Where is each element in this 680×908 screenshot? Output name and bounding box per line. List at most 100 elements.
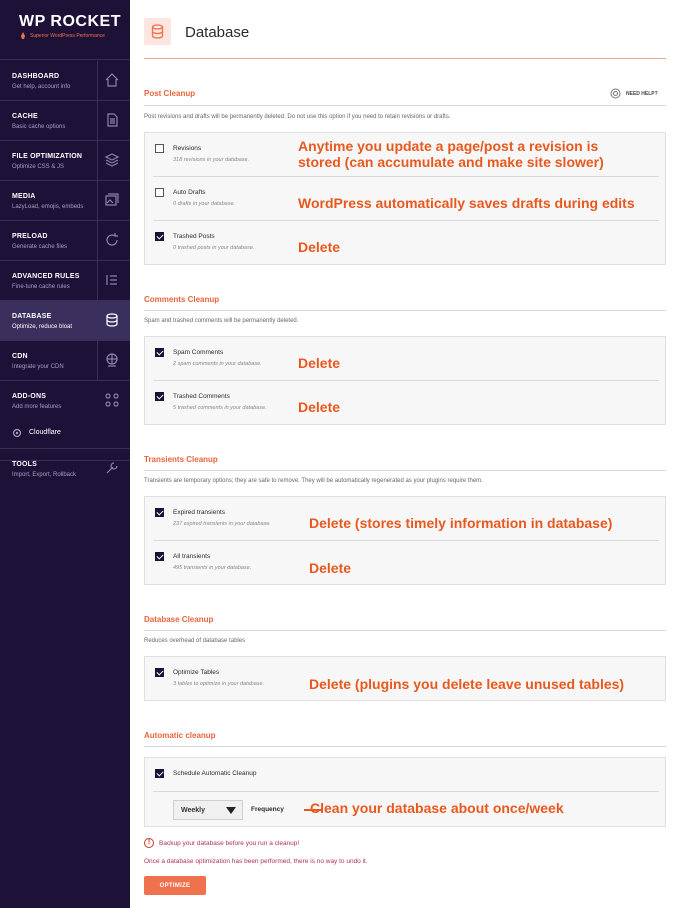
- option-count: 2 spam comments in your database.: [173, 361, 262, 367]
- automatic-cleanup-options: Schedule Automatic Cleanup Weekly Freque…: [144, 757, 666, 827]
- sidebar-item-database[interactable]: DATABASE Optimize, reduce bloat: [0, 301, 130, 341]
- option-count: 318 revisions in your database.: [173, 157, 250, 163]
- section-description: Spam and trashed comments will be perman…: [144, 318, 299, 324]
- sidebar-divider: [97, 61, 98, 101]
- option-label: Trashed Comments: [173, 393, 230, 400]
- sidebar-item-dashboard[interactable]: DASHBOARD Get help, account info: [0, 61, 130, 101]
- list-icon: [106, 275, 117, 285]
- option-label: Expired transients: [173, 509, 226, 516]
- section-title-post-cleanup: Post Cleanup: [144, 89, 196, 98]
- sidebar-item-title: MEDIA: [12, 193, 36, 200]
- sidebar-item-title: ADVANCED RULES: [12, 273, 80, 280]
- sidebar-item-title: TOOLS: [12, 461, 37, 468]
- schedule-cleanup-checkbox[interactable]: [155, 769, 164, 778]
- frequency-select[interactable]: Weekly: [173, 800, 243, 820]
- option-all-transients: All transients 495 transients in your da…: [145, 541, 667, 585]
- option-count: 0 trashed posts in your database.: [173, 245, 255, 251]
- transients-cleanup-options: Expired transients 237 expired transient…: [144, 496, 666, 585]
- option-schedule-cleanup: Schedule Automatic Cleanup: [145, 758, 667, 792]
- option-count: 237 expired transients in your database.: [173, 521, 271, 527]
- annotation-optimize-tables: Delete (plugins you delete leave unused …: [309, 676, 625, 692]
- sidebar-item-cache[interactable]: CACHE Basic cache options: [0, 101, 130, 141]
- spam-comments-checkbox[interactable]: [155, 348, 164, 357]
- option-trashed-posts: Trashed Posts 0 trashed posts in your da…: [145, 221, 667, 265]
- irreversible-warning: Once a database optimization has been pe…: [144, 858, 368, 865]
- sidebar-divider: [97, 181, 98, 221]
- section-divider: [144, 310, 666, 311]
- trashed-posts-checkbox[interactable]: [155, 232, 164, 241]
- comments-cleanup-options: Spam Comments 2 spam comments in your da…: [144, 336, 666, 425]
- option-label: Optimize Tables: [173, 669, 220, 676]
- optimize-tables-checkbox[interactable]: [155, 668, 164, 677]
- images-icon: [105, 193, 119, 206]
- sidebar-item-title: FILE OPTIMIZATION: [12, 153, 83, 160]
- sidebar-item-subtitle: Generate cache files: [12, 244, 68, 250]
- sidebar-item-subtitle: Add more features: [12, 404, 62, 410]
- sidebar-item-preload[interactable]: PRELOAD Generate cache files: [0, 221, 130, 261]
- need-help-label: NEED HELP?: [626, 91, 658, 97]
- lifebuoy-icon: [610, 88, 621, 99]
- header-divider: [144, 58, 666, 59]
- option-trashed-comments: Trashed Comments 5 trashed comments in y…: [145, 381, 667, 425]
- annotation-all-transients: Delete: [309, 560, 352, 576]
- sidebar-item-title: ADD-ONS: [12, 393, 47, 400]
- sidebar-item-subtitle: Basic cache options: [12, 124, 66, 130]
- option-spam-comments: Spam Comments 2 spam comments in your da…: [145, 337, 667, 381]
- auto-drafts-checkbox[interactable]: [155, 188, 164, 197]
- option-label: Schedule Automatic Cleanup: [173, 770, 257, 777]
- option-count: 0 drafts in your database.: [173, 201, 236, 207]
- annotation-spam: Delete: [298, 355, 341, 371]
- section-divider: [144, 470, 666, 471]
- sidebar-item-cdn[interactable]: CDN Integrate your CDN: [0, 341, 130, 381]
- annotation-frequency: Clean your database about once/week: [310, 800, 564, 816]
- option-label: All transients: [173, 553, 211, 560]
- sidebar-item-subtitle: Optimize CSS & JS: [12, 164, 65, 170]
- database-icon: [151, 24, 164, 39]
- cloudflare-label: Cloudflare: [29, 429, 61, 436]
- database-icon: [106, 313, 118, 327]
- sidebar-item-title: CDN: [12, 353, 28, 360]
- annotation-trashed-comments: Delete: [298, 399, 341, 415]
- sidebar-item-subtitle: Integrate your CDN: [12, 364, 64, 370]
- sidebar-item-subtitle: Optimize, reduce bloat: [12, 324, 73, 330]
- main-content: Database Post Cleanup NEED HELP? Post re…: [130, 0, 680, 908]
- home-icon: [105, 73, 119, 87]
- annotation-trashed-posts: Delete: [298, 239, 341, 255]
- sidebar-item-tools[interactable]: TOOLS Import, Export, Rollback: [0, 448, 130, 488]
- row-divider: [153, 791, 659, 792]
- sidebar-divider: [97, 141, 98, 181]
- sidebar-divider: [97, 221, 98, 261]
- logo-name: WP ROCKET: [19, 13, 121, 30]
- optimize-button[interactable]: OPTIMIZE: [144, 876, 206, 895]
- globe-icon: [106, 353, 118, 367]
- logo[interactable]: WP ROCKET Superior WordPress Performance: [0, 0, 130, 60]
- option-count: 5 trashed comments in your database.: [173, 405, 267, 411]
- frequency-value: Weekly: [181, 807, 205, 814]
- option-label: Spam Comments: [173, 349, 224, 356]
- refresh-icon: [106, 233, 118, 246]
- logo-tagline: Superior WordPress Performance: [30, 33, 105, 39]
- annotation-expired-transients: Delete (stores timely information in dat…: [309, 515, 613, 531]
- sidebar-item-title: PRELOAD: [12, 233, 48, 240]
- option-count: 495 transients in your database.: [173, 565, 252, 571]
- annotation-drafts: WordPress automatically saves drafts dur…: [298, 195, 635, 211]
- all-transients-checkbox[interactable]: [155, 552, 164, 561]
- expired-transients-checkbox[interactable]: [155, 508, 164, 517]
- option-label: Auto Drafts: [173, 189, 206, 196]
- annotation-revisions-line2: stored (can accumulate and make site slo…: [298, 154, 604, 170]
- sidebar-item-subtitle: Fine-tune cache rules: [12, 284, 70, 290]
- sidebar-item-advanced-rules[interactable]: ADVANCED RULES Fine-tune cache rules: [0, 261, 130, 301]
- section-description: Reduces overhead of database tables: [144, 638, 246, 644]
- tools-icon: [106, 462, 118, 474]
- dropdown-arrow-icon: [226, 807, 236, 814]
- option-count: 3 tables to optimize in your database.: [173, 681, 265, 687]
- revisions-checkbox[interactable]: [155, 144, 164, 153]
- layers-icon: [104, 153, 120, 167]
- sidebar-item-title: DATABASE: [12, 313, 52, 320]
- sidebar-item-file-optimization[interactable]: FILE OPTIMIZATION Optimize CSS & JS: [0, 141, 130, 181]
- database-page-icon: [144, 18, 171, 45]
- sidebar-item-title: CACHE: [12, 113, 38, 120]
- section-title-database-cleanup: Database Cleanup: [144, 615, 214, 624]
- sidebar-item-media[interactable]: MEDIA LazyLoad, emojis, embeds: [0, 181, 130, 221]
- trashed-comments-checkbox[interactable]: [155, 392, 164, 401]
